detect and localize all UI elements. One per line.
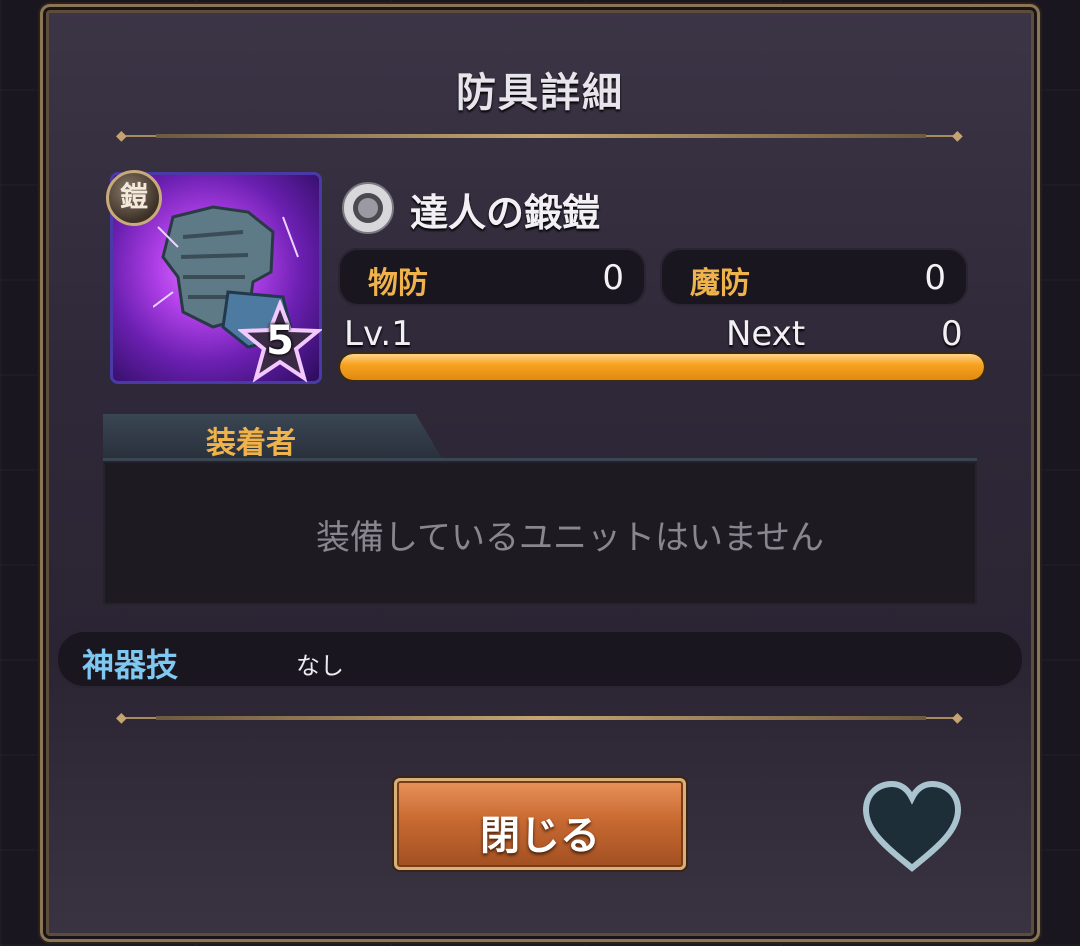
physical-defense-stat: 物防 0 [338,248,646,306]
dialog-title: 防具詳細 [456,70,624,116]
equipped-by-label: 装着者 [206,426,296,461]
close-button-label: 閉じる [480,813,600,859]
relic-skill-row [56,630,1024,688]
neutral-circle-icon [342,182,394,234]
physical-defense-label: 物防 [368,266,428,301]
top-divider: ◆ ◆ [116,128,963,144]
heart-icon[interactable] [860,780,964,876]
physical-defense-value: 0 [602,258,624,298]
level-text: Lv.1 [344,314,413,354]
next-exp-value: 0 [941,314,963,354]
magic-defense-value: 0 [924,258,946,298]
armor-type-badge: 鎧 [106,170,162,226]
relic-skill-label: 神器技 [82,646,179,684]
close-button[interactable]: 閉じる [394,778,686,870]
exp-progress-bar [340,354,984,380]
bottom-divider: ◆ ◆ [116,710,963,726]
magic-defense-label: 魔防 [690,266,750,301]
magic-defense-stat: 魔防 0 [660,248,968,306]
relic-skill-value: なし [296,652,344,680]
equipped-by-empty-message: 装備しているユニットはいません [316,518,824,558]
exp-progress-fill [340,354,984,380]
armor-name: 達人の鍛鎧 [410,191,601,235]
next-exp-label: Next [726,314,806,354]
rarity-number: 5 [266,318,294,364]
